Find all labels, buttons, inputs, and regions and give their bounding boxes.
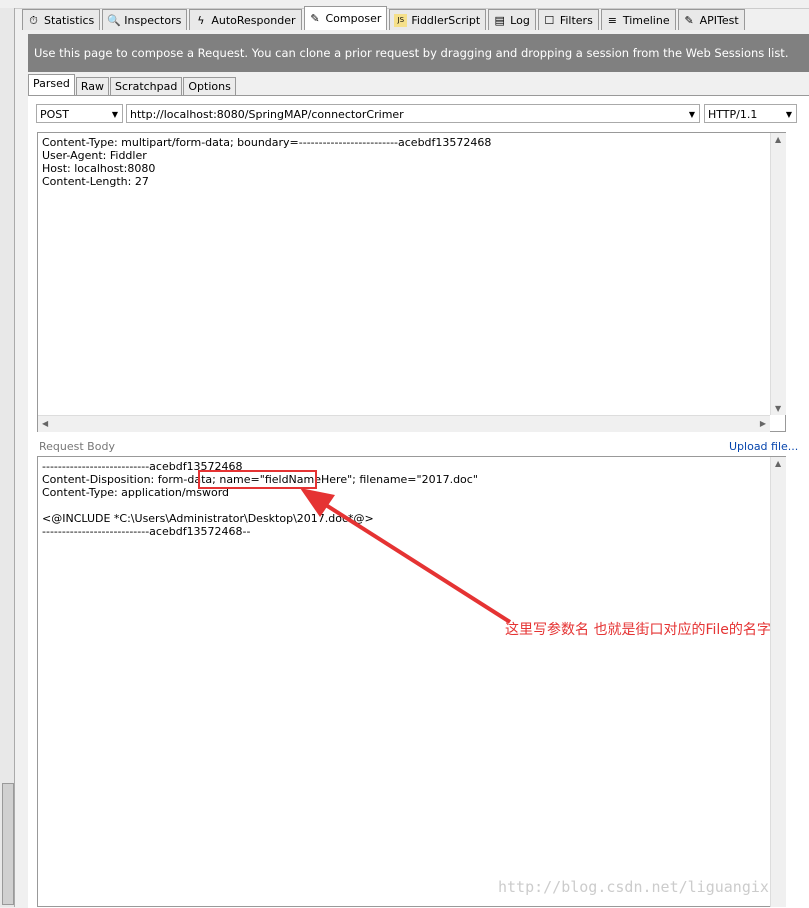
annotation-arrow: [300, 488, 512, 624]
watermark: http://blog.csdn.net/liguangix: [498, 878, 769, 896]
annotation-text: 这里写参数名 也就是街口对应的File的名字: [505, 622, 771, 638]
